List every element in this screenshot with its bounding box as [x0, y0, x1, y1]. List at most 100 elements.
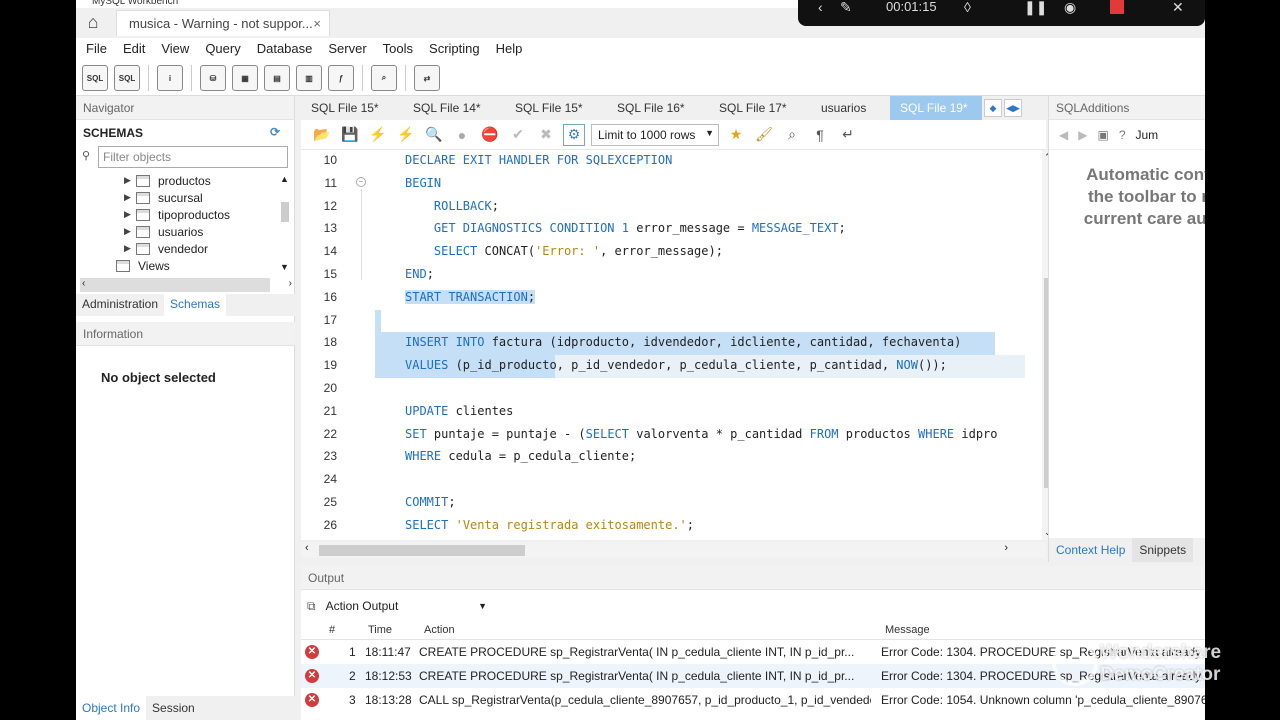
scroll-right-icon[interactable]: ›	[289, 278, 292, 289]
row-message: Error Code: 1054. Unknown column 'p_cedu…	[881, 693, 1205, 707]
scroll-up-icon[interactable]: ▲	[280, 174, 289, 184]
table-icon	[136, 191, 150, 204]
tab-sql-file[interactable]: SQL File 16*	[607, 96, 709, 120]
home-icon[interactable]: ⌂	[82, 12, 104, 32]
camera-icon[interactable]: ◉	[1064, 0, 1076, 14]
tab-sql-file[interactable]: SQL File 14*	[403, 96, 505, 120]
tab-context-help[interactable]: Context Help	[1049, 538, 1132, 562]
tree-item[interactable]: ▶ sucursal	[76, 189, 291, 206]
code-line[interactable]	[301, 469, 1042, 492]
tree-item[interactable]: ▶ productos	[76, 172, 291, 189]
tree-item[interactable]: ▶ tipoproductos	[76, 206, 291, 223]
tree-item[interactable]: ▶ usuarios	[76, 223, 291, 240]
menu-file[interactable]: File	[78, 38, 115, 60]
navigator-hscroll[interactable]: ‹ ›	[80, 278, 292, 292]
expand-arrow-icon[interactable]: ▶	[124, 226, 136, 237]
tab-session[interactable]: Session	[146, 696, 201, 720]
tab-usuarios[interactable]: usuarios	[811, 96, 890, 120]
add-snippet-icon[interactable]: ★	[725, 124, 747, 146]
information-header: Information	[76, 322, 295, 346]
filter-objects-input[interactable]: Filter objects	[98, 146, 288, 168]
copy-icon[interactable]: ⧉	[307, 599, 316, 614]
tab-scroll-icon[interactable]: ◀▶	[1004, 99, 1022, 117]
beautify-icon[interactable]: 🖌	[753, 124, 775, 146]
editor-hscroll[interactable]: ‹ ›	[301, 542, 1046, 558]
pause-icon[interactable]: ❚❚	[1024, 0, 1047, 14]
create-table-icon[interactable]: ▦	[232, 65, 258, 91]
back-icon[interactable]: ◀	[1059, 128, 1068, 142]
manual-help-icon[interactable]: ▣	[1097, 128, 1108, 142]
menu-help[interactable]: Help	[488, 38, 531, 60]
scroll-down-icon[interactable]: ▼	[280, 262, 289, 272]
tab-sql-file[interactable]: SQL File 15*	[505, 96, 607, 120]
code-text: END;	[405, 267, 434, 281]
tab-administration[interactable]: Administration	[76, 294, 164, 316]
menu-view[interactable]: View	[153, 38, 197, 60]
scroll-thumb[interactable]	[319, 545, 525, 556]
close-icon[interactable]: ×	[313, 16, 321, 31]
tab-sql-file[interactable]: SQL File 17*	[709, 96, 811, 120]
fold-marker-icon[interactable]: −	[356, 176, 366, 187]
autocommit-icon[interactable]: ⚙	[563, 123, 585, 146]
refresh-icon[interactable]: ⟳	[270, 125, 280, 139]
create-procedure-icon[interactable]: ▥	[296, 65, 322, 91]
scroll-thumb[interactable]	[281, 202, 289, 222]
toggle-error-icon[interactable]: ⛔	[479, 124, 501, 146]
output-row[interactable]: ✕ 3 18:13:28 CALL sp_RegistrarVenta(p_ce…	[301, 688, 1205, 712]
tree-scrollbar[interactable]: ▲ ▼	[280, 174, 290, 272]
create-function-icon[interactable]: ƒ	[328, 65, 354, 91]
new-sql-tab-icon[interactable]: SQL	[82, 65, 108, 91]
auto-help-icon[interactable]: ?	[1119, 128, 1126, 142]
menu-edit[interactable]: Edit	[115, 38, 153, 60]
tab-schemas[interactable]: Schemas	[164, 294, 227, 316]
tree-item-views[interactable]: Views	[76, 257, 291, 274]
commit-icon[interactable]: ✔	[507, 124, 529, 146]
menu-tools[interactable]: Tools	[375, 38, 421, 60]
open-sql-script-icon[interactable]: SQL	[114, 65, 140, 91]
close-icon[interactable]: ✕	[1172, 0, 1184, 14]
scroll-left-icon[interactable]: ‹	[82, 278, 85, 289]
code-line[interactable]	[301, 378, 1042, 401]
menu-server[interactable]: Server	[320, 38, 374, 60]
tree-item[interactable]: ▶ vendedor	[76, 240, 291, 257]
back-icon[interactable]: ‹	[818, 0, 823, 14]
tab-sql-file[interactable]: SQL File 15*	[301, 96, 403, 120]
code-line[interactable]	[375, 309, 381, 333]
forward-icon[interactable]: ▶	[1078, 128, 1087, 142]
menu-database[interactable]: Database	[249, 38, 321, 60]
scroll-left-icon[interactable]: ‹	[305, 542, 309, 554]
open-file-icon[interactable]: 📂	[311, 124, 333, 146]
create-view-icon[interactable]: ▤	[264, 65, 290, 91]
wrap-lines-icon[interactable]: ↵	[837, 124, 859, 146]
expand-arrow-icon[interactable]: ▶	[124, 209, 136, 220]
tab-snippets[interactable]: Snippets	[1132, 538, 1194, 562]
menu-query[interactable]: Query	[197, 38, 248, 60]
tab-object-info[interactable]: Object Info	[76, 696, 147, 720]
execute-current-icon[interactable]: ⚡	[395, 124, 417, 146]
execute-icon[interactable]: ⚡	[367, 124, 389, 146]
expand-arrow-icon[interactable]: ▶	[124, 175, 136, 186]
stop-icon[interactable]: ●	[451, 124, 473, 146]
create-schema-icon[interactable]: ⛁	[200, 65, 226, 91]
menu-scripting[interactable]: Scripting	[421, 38, 488, 60]
save-icon[interactable]: 💾	[339, 124, 361, 146]
jump-label[interactable]: Jum	[1136, 128, 1159, 142]
connection-tab[interactable]: musica - Warning - not suppor... ×	[116, 10, 330, 36]
sql-editor[interactable]: 10 DECLARE EXIT HANDLER FOR SQLEXCEPTION 1…	[301, 150, 1042, 540]
tab-sql-file-active[interactable]: SQL File 19*	[890, 96, 982, 120]
invisible-chars-icon[interactable]: ¶	[809, 124, 831, 146]
explain-icon[interactable]: 🔍	[423, 124, 445, 146]
inspector-icon[interactable]: i	[157, 65, 183, 91]
expand-arrow-icon[interactable]: ▶	[124, 243, 136, 254]
find-icon[interactable]: ⌕	[781, 124, 803, 146]
pen-icon[interactable]: ✎	[840, 0, 852, 14]
scroll-right-icon[interactable]: ›	[1004, 542, 1008, 554]
tab-list-icon[interactable]: ◆	[984, 99, 1002, 117]
output-type-select[interactable]: ⧉ Action Output ▼	[307, 596, 493, 616]
search-table-data-icon[interactable]: ⌕	[371, 65, 397, 91]
reconnect-icon[interactable]: ⇄	[414, 65, 440, 91]
expand-arrow-icon[interactable]: ▶	[124, 192, 136, 203]
limit-rows-select[interactable]: Limit to 1000 rows ▼	[591, 123, 719, 146]
rollback-icon[interactable]: ✖	[535, 124, 557, 146]
stop-record-icon[interactable]	[1110, 0, 1124, 14]
